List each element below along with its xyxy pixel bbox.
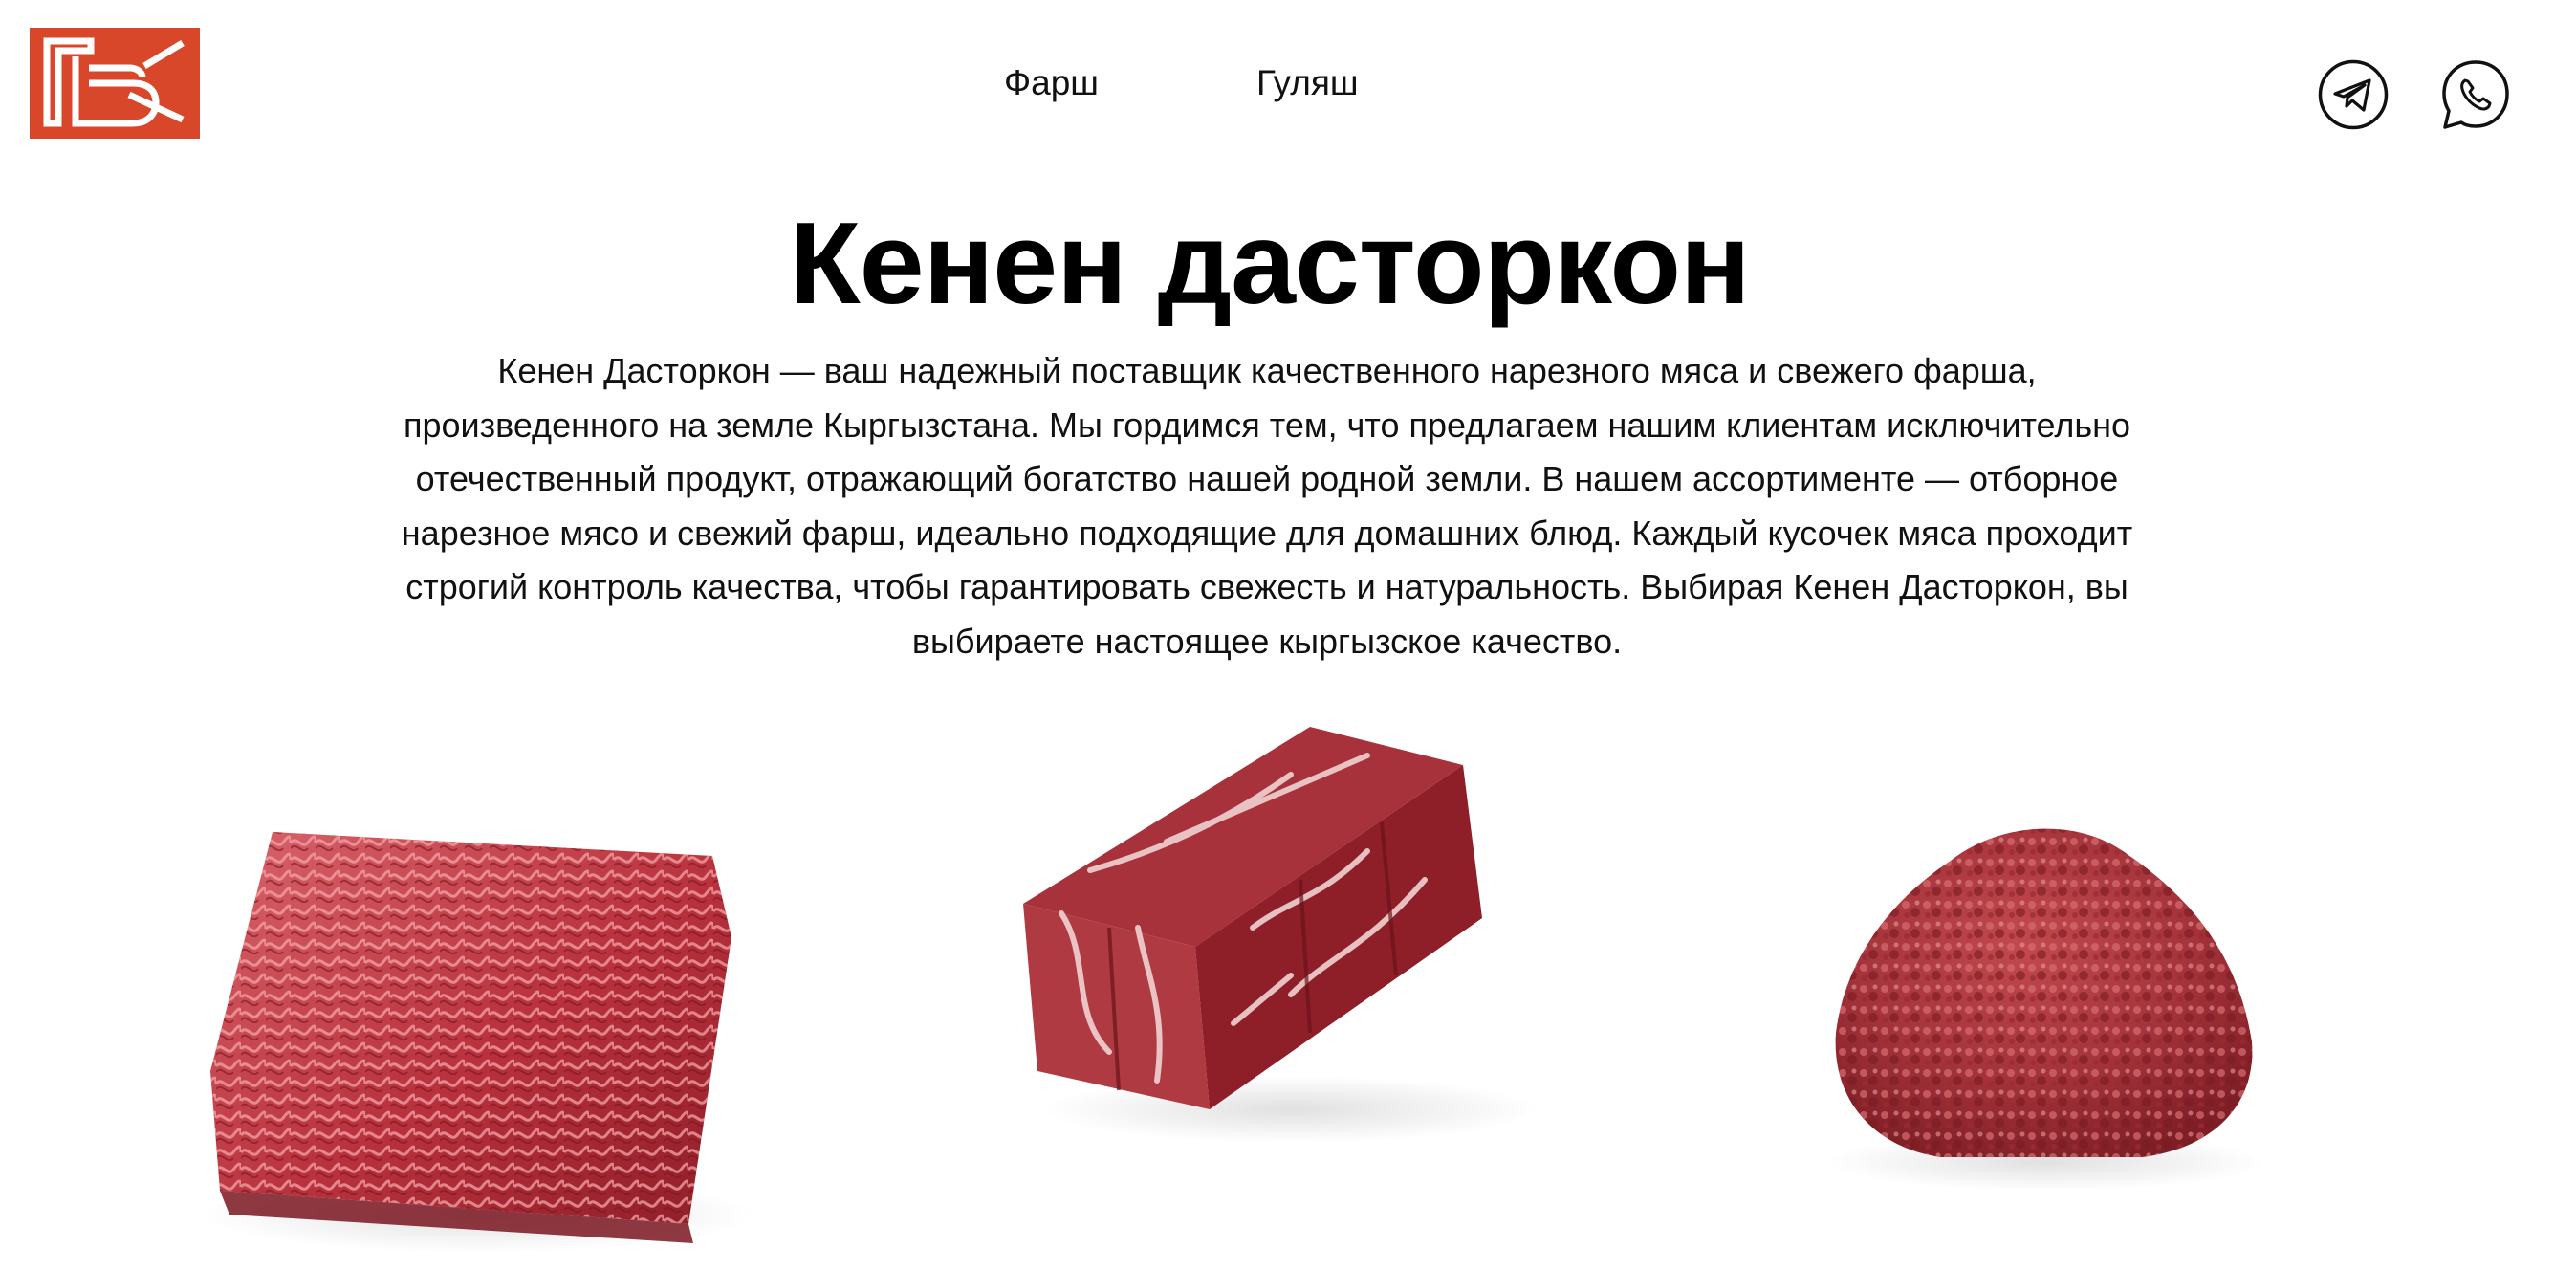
ground-meat-block-image[interactable] (191, 765, 765, 1262)
nav-link-farsh[interactable]: Фарш (1004, 59, 1099, 107)
hero-description: Кенен Дасторкон — ваш надежный поставщик… (401, 351, 2133, 661)
whatsapp-icon[interactable] (2439, 58, 2512, 131)
telegram-icon[interactable] (2317, 58, 2390, 131)
beef-cubes-image[interactable] (1004, 708, 1539, 1157)
nav-link-gulyash[interactable]: Гуляш (1256, 59, 1359, 107)
main-nav: Фарш Гуляш (0, 59, 2576, 107)
ground-meat-pile-image[interactable] (1817, 794, 2276, 1195)
page-title: Кенен дасторкон (789, 198, 1750, 328)
